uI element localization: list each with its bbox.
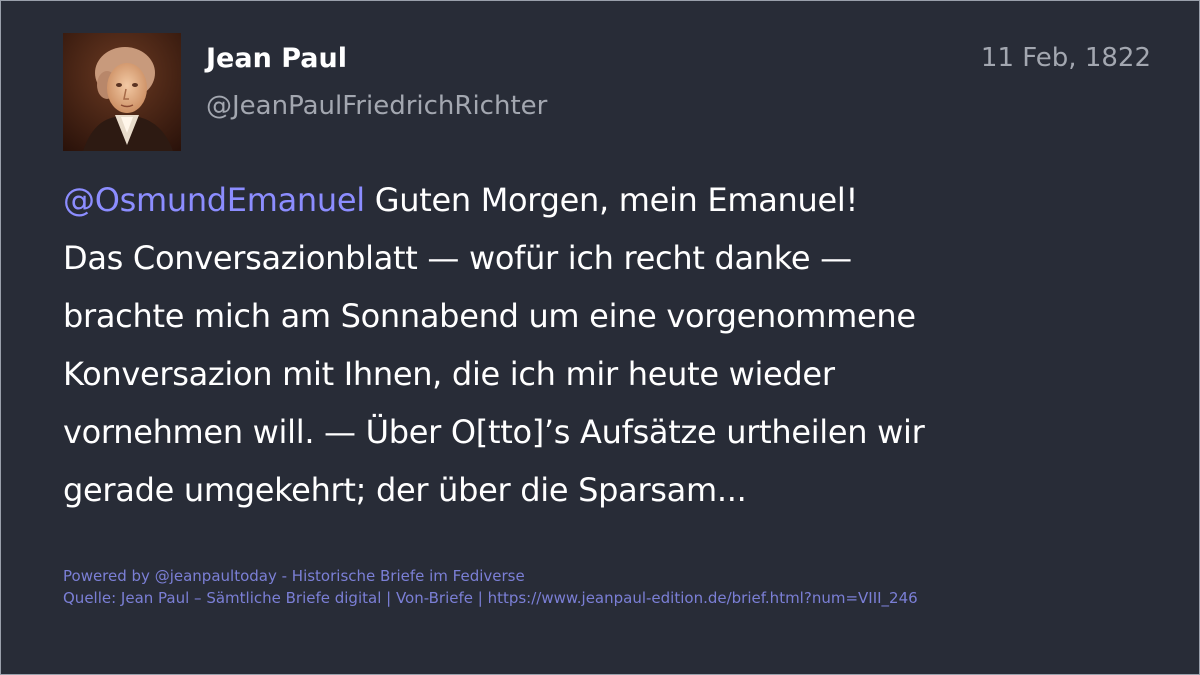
post-content: @OsmundEmanuel Guten Morgen, mein Emanue… xyxy=(63,171,1153,519)
author-handle[interactable]: @JeanPaulFriedrichRichter xyxy=(206,91,547,121)
post-card: Jean Paul @JeanPaulFriedrichRichter 11 F… xyxy=(0,0,1200,675)
post-line: Konversazion mit Ihnen, die ich mir heut… xyxy=(63,355,835,393)
footer: Powered by @jeanpaultoday - Historische … xyxy=(63,565,918,609)
mention-link[interactable]: @OsmundEmanuel xyxy=(63,181,365,219)
post-line: Das Conversazionblatt — wofür ich recht … xyxy=(63,239,852,277)
post-line: gerade umgekehrt; der über die Sparsam..… xyxy=(63,471,747,509)
source-text: Quelle: Jean Paul – Sämtliche Briefe dig… xyxy=(63,589,918,607)
post-line: brachte mich am Sonnabend um eine vorgen… xyxy=(63,297,916,335)
post-line: vornehmen will. — Über O[tto]’s Aufsätze… xyxy=(63,413,925,451)
post-line-text: Guten Morgen, mein Emanuel! xyxy=(364,181,859,219)
post-date[interactable]: 11 Feb, 1822 xyxy=(981,43,1151,73)
author-name[interactable]: Jean Paul xyxy=(206,43,347,74)
post-line: @OsmundEmanuel Guten Morgen, mein Emanue… xyxy=(63,171,1153,229)
portrait-avatar-icon xyxy=(63,33,181,151)
avatar[interactable] xyxy=(63,33,181,151)
powered-by-text: Powered by @jeanpaultoday - Historische … xyxy=(63,567,525,585)
